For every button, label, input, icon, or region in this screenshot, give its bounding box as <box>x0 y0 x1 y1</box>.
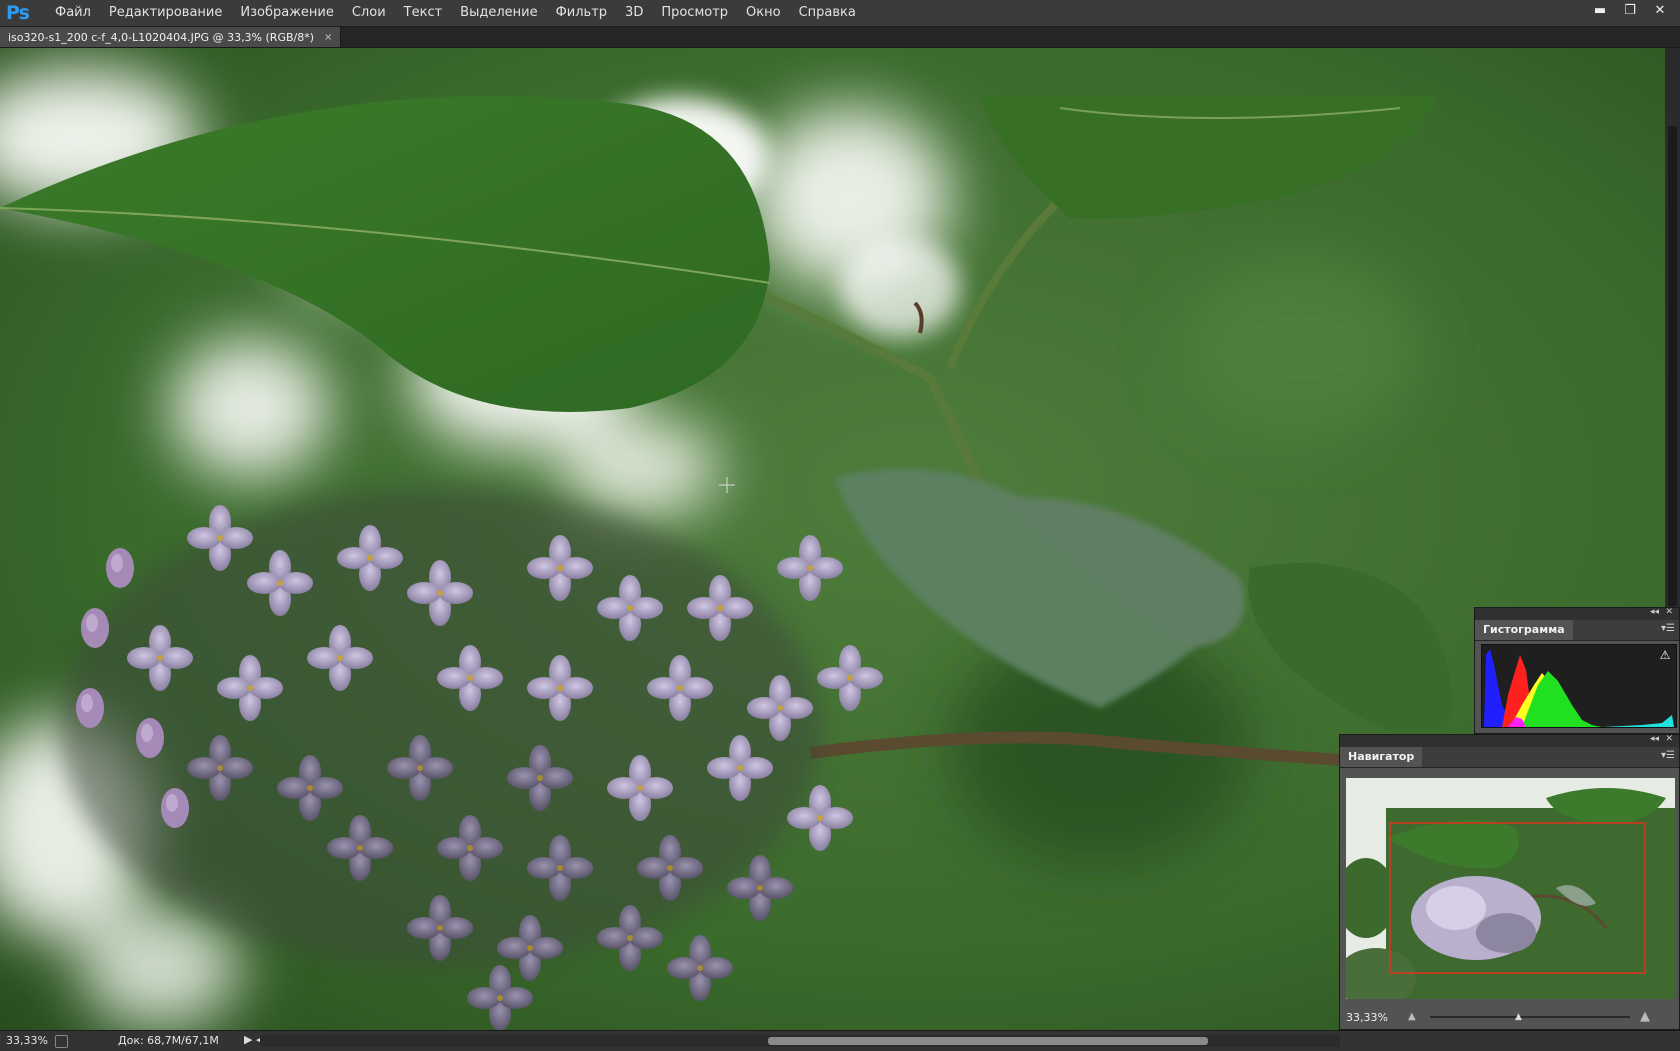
document-tab-bar: iso320-s1_200 c-f_4,0-L1020404.JPG @ 33,… <box>0 27 1680 48</box>
close-icon[interactable]: ✕ <box>1665 734 1673 744</box>
status-bar: 33,33% Док: 68,7M/67,1M ▶ ◂ <box>0 1030 1680 1051</box>
navigator-thumbnail[interactable] <box>1346 778 1675 999</box>
ps-logo-icon[interactable]: Ps <box>6 2 30 24</box>
menu-edit[interactable]: Редактирование <box>100 0 231 26</box>
vertical-scroll-thumb[interactable] <box>1668 126 1677 606</box>
panel-menu-icon[interactable]: ▾☰ <box>1661 750 1675 761</box>
navigator-zoom-bar: 33,33% ▲ ▲ ▲ <box>1340 1007 1677 1027</box>
tab-navigator[interactable]: Навигатор <box>1340 747 1423 767</box>
menu-layers[interactable]: Слои <box>343 0 395 26</box>
tab-histogram[interactable]: Гистограмма <box>1475 620 1573 640</box>
menu-type[interactable]: Текст <box>395 0 452 26</box>
histogram-panel-topbar: ◂◂ ✕ <box>1475 607 1679 620</box>
histogram-panel: ◂◂ ✕ Гистограмма ▾☰ ⚠ <box>1474 607 1680 734</box>
status-settings-icon[interactable] <box>55 1035 68 1048</box>
menu-file[interactable]: Файл <box>46 0 100 26</box>
collapse-icon[interactable]: ◂◂ <box>1650 734 1659 744</box>
histogram-chart <box>1484 649 1674 727</box>
navigator-tab-row: Навигатор ▾☰ <box>1340 747 1679 768</box>
restore-icon[interactable]: ❐ <box>1618 2 1642 20</box>
navigator-panel: ◂◂ ✕ Навигатор ▾☰ 33,33% ▲ ▲ ▲ <box>1339 734 1680 1030</box>
status-arrow-icon[interactable]: ▶ ◂ <box>244 1033 261 1046</box>
zoom-level-field[interactable]: 33,33% <box>6 1034 48 1047</box>
menu-select[interactable]: Выделение <box>451 0 546 26</box>
menu-bar: Ps Файл Редактирование Изображение Слои … <box>0 0 1680 27</box>
navigator-panel-topbar: ◂◂ ✕ <box>1340 734 1679 747</box>
navigator-zoom-field[interactable]: 33,33% <box>1346 1011 1388 1024</box>
minimize-icon[interactable]: ▬ <box>1588 2 1612 20</box>
document-info[interactable]: Док: 68,7M/67,1M <box>118 1034 219 1047</box>
panel-menu-icon[interactable]: ▾☰ <box>1661 623 1675 634</box>
navigator-zoom-slider[interactable] <box>1430 1016 1630 1018</box>
menu-view[interactable]: Просмотр <box>652 0 737 26</box>
horizontal-scrollbar[interactable] <box>260 1035 1340 1047</box>
warning-icon[interactable]: ⚠ <box>1658 648 1672 662</box>
window-controls: ▬ ❐ ✕ <box>1588 2 1672 20</box>
menu-3d[interactable]: 3D <box>616 0 652 26</box>
horizontal-scroll-thumb[interactable] <box>768 1037 1208 1045</box>
navigator-zoom-knob[interactable]: ▲ <box>1515 1012 1522 1022</box>
histogram-tab-row: Гистограмма ▾☰ <box>1475 620 1679 641</box>
collapse-icon[interactable]: ◂◂ <box>1650 607 1659 617</box>
menu-filter[interactable]: Фильтр <box>547 0 616 26</box>
zoom-in-mountain-icon[interactable]: ▲ <box>1640 1009 1650 1024</box>
menu-help[interactable]: Справка <box>790 0 865 26</box>
navigator-image <box>1346 778 1675 999</box>
document-tab[interactable]: iso320-s1_200 c-f_4,0-L1020404.JPG @ 33,… <box>0 27 342 47</box>
menu-items: Файл Редактирование Изображение Слои Тек… <box>46 0 865 26</box>
histogram-graph: ⚠ <box>1481 644 1677 728</box>
zoom-out-mountain-icon[interactable]: ▲ <box>1408 1011 1416 1022</box>
document-tab-title: iso320-s1_200 c-f_4,0-L1020404.JPG @ 33,… <box>8 30 315 44</box>
menu-image[interactable]: Изображение <box>231 0 342 26</box>
close-icon[interactable]: ✕ <box>1665 607 1673 617</box>
menu-window[interactable]: Окно <box>737 0 790 26</box>
close-icon[interactable]: ✕ <box>1648 2 1672 20</box>
tab-close-icon[interactable]: × <box>324 32 332 43</box>
